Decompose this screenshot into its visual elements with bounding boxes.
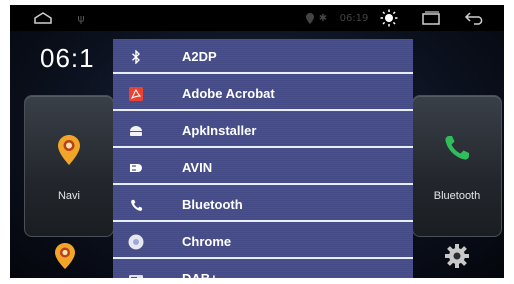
list-item-label: DAB+ [182, 270, 218, 278]
acrobat-icon [127, 85, 145, 103]
list-item[interactable]: Adobe Acrobat [113, 76, 413, 111]
bluetooth-status-icon: ✱ [318, 12, 328, 24]
navi-card[interactable]: Navi [24, 95, 114, 237]
list-item[interactable]: A2DP [113, 39, 413, 74]
list-item-label: Chrome [182, 234, 232, 249]
list-item[interactable]: ApkInstaller [113, 113, 413, 148]
list-item[interactable]: Bluetooth [113, 187, 413, 222]
location-icon [304, 5, 316, 31]
app-list-popup[interactable]: A2DP Adobe Acrobat ApkInstaller AVIN Blu [113, 39, 413, 278]
bluetooth-card[interactable]: Bluetooth [412, 95, 502, 237]
bluetooth-icon [127, 48, 145, 66]
back-icon[interactable] [462, 5, 488, 31]
settings-gear-icon[interactable] [442, 241, 472, 271]
head-unit-screen: ψ ✱ 06:19 06:1 Navi Bluetooth A2DP Adobe… [10, 5, 504, 278]
list-item[interactable]: DAB+ [113, 261, 413, 278]
list-item-label: ApkInstaller [182, 123, 257, 138]
bluetooth-card-label: Bluetooth [433, 190, 481, 202]
usb-icon: ψ [77, 11, 85, 25]
list-item-label: A2DP [182, 49, 217, 64]
apk-installer-icon [127, 122, 145, 140]
navi-card-label: Navi [57, 190, 80, 202]
recent-apps-icon[interactable] [418, 5, 444, 31]
radio-icon [127, 270, 145, 278]
home-clock: 06:1 [40, 43, 95, 73]
home-icon[interactable] [30, 5, 56, 31]
list-item-label: Bluetooth [182, 197, 243, 212]
brightness-icon[interactable] [378, 5, 400, 31]
chrome-icon [127, 233, 145, 251]
list-item-label: Adobe Acrobat [182, 86, 275, 101]
status-clock: 06:19 [339, 12, 369, 24]
av-input-icon [127, 159, 145, 177]
phone-icon [413, 134, 501, 162]
navi-dock-icon[interactable] [50, 241, 80, 271]
phone-icon [127, 196, 145, 214]
status-bar: ψ ✱ 06:19 [10, 5, 504, 31]
list-item-label: AVIN [182, 160, 213, 175]
navi-pin-icon [25, 134, 113, 166]
list-item[interactable]: AVIN [113, 150, 413, 185]
list-item[interactable]: Chrome [113, 224, 413, 259]
